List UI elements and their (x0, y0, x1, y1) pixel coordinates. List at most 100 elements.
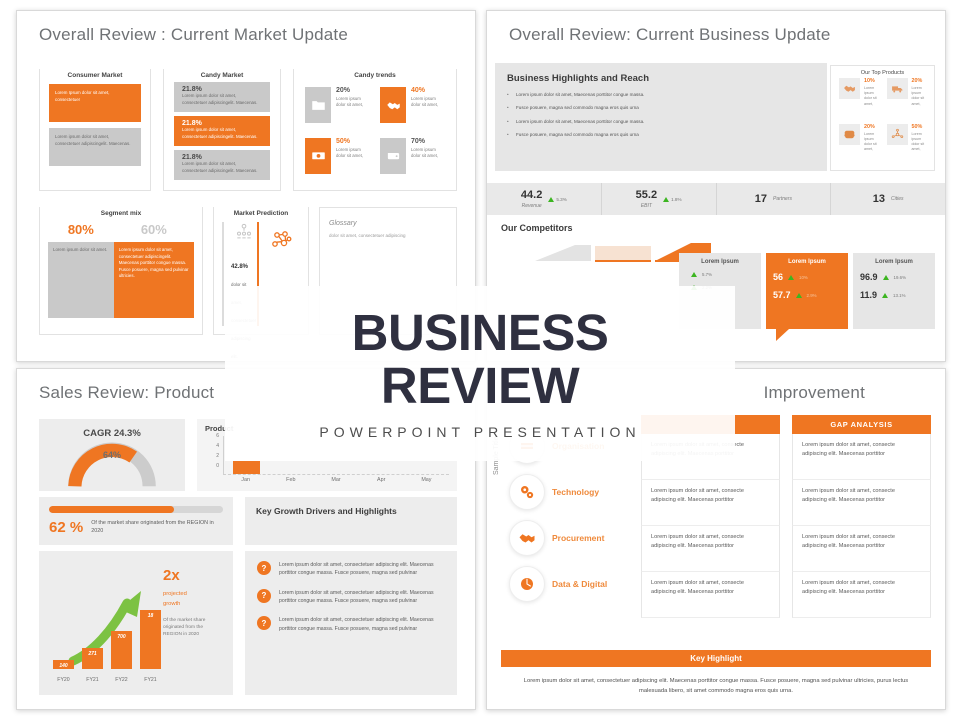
market-share-line: 62 % Of the market share originated from… (49, 519, 223, 536)
business-highlights-list: Lorem ipsum dolor sit amet, Maecenas por… (507, 92, 815, 139)
glossary-text: dolor sit amet, consectetuer adipiscing (329, 233, 406, 238)
candy-trend-cell: 20% Lorem ipsum dolor sit amet, (300, 83, 375, 134)
kpi-delta: 1.8% (663, 196, 682, 202)
top-product-pct: 50% (911, 123, 923, 130)
table-cell: Lorem ipsum dolor sit amet, consecte adi… (641, 480, 780, 526)
competitor-value: 96.9 (860, 272, 878, 282)
product-chart-yticks: 6 4 2 0 (203, 433, 219, 473)
candy-trend-meta: 40% Lorem ipsum dolor sit amet, (411, 87, 445, 130)
improvement-row-label[interactable]: Procurement (509, 515, 639, 561)
top-product-pct: 20% (864, 123, 875, 130)
top-products-grid: 10% Lorem ipsum dolor sit amet, 20% Lore… (831, 66, 934, 170)
kpi-label: EBIT (640, 202, 652, 209)
glossary-title: Glossary (329, 220, 357, 227)
top-product-text: Lorem ipsum dolor sit amet, (864, 131, 877, 152)
segment-mix-bars: Lorem ipsum dolor sit amet. Lorem ipsum … (48, 242, 194, 318)
candy-trend-pct: 40% (411, 87, 426, 94)
segment-mix-right-pct: 60% (140, 222, 167, 237)
candy-trend-meta: 20% Lorem ipsum dolor sit amet, (336, 87, 370, 130)
table-cell: Lorem ipsum dolor sit amet, consecte adi… (792, 526, 931, 572)
kpi-value: 13 (872, 192, 885, 205)
candy-trend-meta: 70% Lorem ipsum dolor sit amet, (411, 138, 445, 181)
improvement-row-label[interactable]: Technology (509, 469, 639, 515)
improvement-row-name: Technology (552, 487, 600, 497)
sales-review-row-3: 140 271 700 18 FY20 FY21 FY22 FY21 2x pr… (39, 551, 457, 695)
slide-title-business-update: Overall Review: Current Business Update (509, 25, 831, 44)
market-share-progress (49, 506, 223, 513)
arrow-up-icon (691, 272, 697, 277)
list-item: Lorem ipsum dolor sit amet, Maecenas por… (507, 92, 815, 99)
market-prediction-stat: 42.8% (231, 264, 249, 270)
improvement-row-name: Procurement (552, 533, 605, 543)
kpi-ebit: 55.2 EBIT 1.8% (602, 183, 717, 215)
table-cell: Lorem ipsum dolor sit amet, consecte adi… (792, 480, 931, 526)
cash-icon (305, 137, 331, 174)
xtick: FY22 (115, 677, 128, 683)
panel-segment-mix[interactable]: Segment mix 80% 60% Lorem ipsum dolor si… (39, 202, 203, 335)
candy-trend-text: Lorem ipsum dolor sit amet, (411, 146, 438, 158)
candy-market-row-pct: 21.8% (182, 86, 202, 93)
overlay-title-line2: REVIEW (380, 356, 580, 414)
xtick: Jan (241, 477, 250, 483)
growth-label-line2: growth (163, 601, 181, 608)
arrow-up-icon (882, 292, 889, 298)
panel-candy-market[interactable]: Candy Market 21.8% Lorem ipsum dolor sit… (163, 64, 281, 191)
panel-caption: Market Prediction (214, 202, 308, 220)
wallet-icon (380, 137, 406, 174)
panel-candy-trends[interactable]: Candy trends 20% Lorem ipsum dolor sit a… (293, 64, 457, 191)
competitor-title: Lorem Ipsum (701, 259, 739, 265)
competitor-row: 56 10% (773, 272, 841, 282)
kpi-bar: 44.2 Revenue 5.3% 55.2 EBIT 1.8% 17 Part… (487, 183, 945, 215)
top-product-meta: 20% Lorem ipsum dolor sit amet, (864, 124, 879, 160)
top-products-panel[interactable]: Our Top Products 10% Lorem ipsum dolor s… (830, 65, 935, 171)
panel-consumer-market[interactable]: Consumer Market Lorem Ipsum dolor sit am… (39, 64, 151, 191)
bar: 18 (140, 609, 161, 669)
candy-trend-cell: 50% Lorem ipsum dolor sit amet, (300, 134, 375, 185)
gears-icon (509, 474, 545, 510)
top-product-cell: 10% Lorem ipsum dolor sit amet, (835, 75, 883, 117)
cagr-gauge-percent: 64% (102, 450, 121, 460)
top-products-caption: Our Top Products (855, 70, 910, 76)
candy-market-row: 21.8% Lorem ipsum dolor sit amet, consec… (174, 150, 270, 180)
data-icon (509, 566, 545, 602)
list-item: Fusce posuere, magna sed commodo magna e… (507, 105, 815, 112)
consumer-market-block-1: Lorem Ipsum dolor sit amet, consectetuer (49, 84, 141, 122)
progress-fill (49, 506, 175, 513)
ytick: 2 (216, 453, 219, 459)
bar (233, 461, 260, 474)
key-growth-list-card: ? Lorem ipsum dolor sit amet, consectetu… (245, 551, 457, 695)
table-cell: Lorem ipsum dolor sit amet, consecte adi… (641, 526, 780, 572)
arrow-up-icon (663, 196, 670, 202)
list-item: ? Lorem ipsum dolor sit amet, consectetu… (257, 616, 445, 633)
top-product-text: Lorem ipsum dolor sit amet, (864, 86, 877, 106)
network-icon (269, 228, 293, 257)
arrow-up-icon (548, 196, 555, 202)
segment-mix-right-text: Lorem ipsum dolor sit amet, consectetuer… (118, 247, 189, 279)
kpi-label: Revenue (521, 202, 542, 209)
title-overlay: BUSINESS REVIEW POWERPOINT PRESENTATION (225, 286, 735, 461)
xtick: FY21 (144, 677, 157, 683)
competitor-card-highlighted[interactable]: Lorem Ipsum 56 10% 57.7 2.9% (766, 253, 848, 341)
handshake-icon (380, 87, 406, 123)
product-chart-xaxis: Jan Feb Mar Apr May (223, 477, 449, 483)
candy-market-row: 21.8% Lorem ipsum dolor sit amet, consec… (174, 116, 270, 146)
top-product-cell: 50% Lorem ipsum dolor sit amet, (883, 121, 931, 163)
competitors-heading: Our Competitors (501, 223, 573, 233)
bar-label: 271 (88, 650, 97, 657)
top-product-meta: 50% Lorem ipsum dolor sit amet, (912, 124, 927, 160)
kpi-delta: 5.3% (548, 196, 567, 202)
improvement-row-label[interactable]: Data & Digital (509, 561, 639, 607)
panel-caption: Candy trends (294, 64, 456, 82)
xtick: May (421, 477, 432, 483)
candy-trends-caption: Candy trends (348, 72, 402, 79)
bar-label: 140 (59, 662, 68, 669)
question-icon: ? (257, 588, 271, 603)
kpi-cities: 13 Cities (831, 183, 945, 215)
competitor-card[interactable]: Lorem Ipsum 96.9 19.6% 11.9 13.1% (853, 253, 935, 329)
bar: 140 (53, 659, 74, 669)
panel-caption: Candy Market (164, 64, 280, 82)
top-product-meta: 20% Lorem ipsum dolor sit amet, (912, 78, 927, 114)
top-product-cell: 20% Lorem ipsum dolor sit amet, (883, 75, 931, 117)
candy-market-row: 21.8% Lorem ipsum dolor sit amet, consec… (174, 82, 270, 112)
bar-label: 700 (117, 634, 126, 640)
